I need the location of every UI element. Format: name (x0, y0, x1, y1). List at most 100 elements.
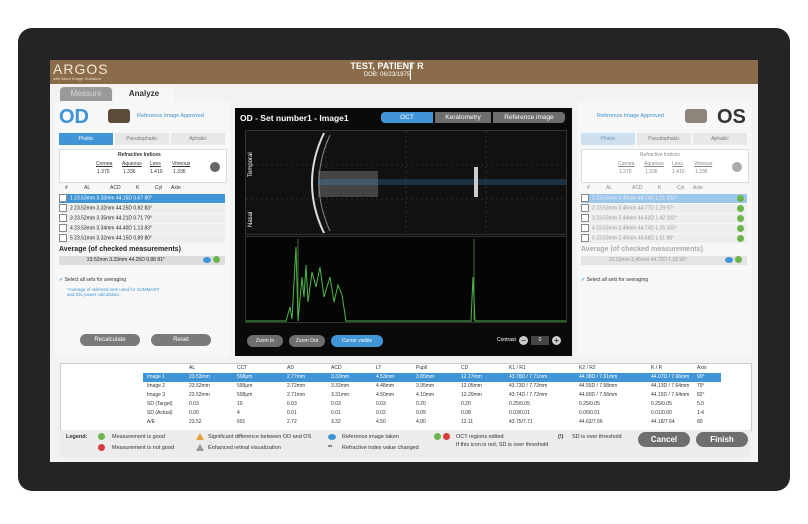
zoom-in-button[interactable]: Zoom In (247, 335, 283, 347)
reset-button[interactable]: Reset (151, 334, 211, 346)
summary-cell: 0.05/0.01 (579, 410, 600, 416)
recalculate-button[interactable]: Recalculate (80, 334, 140, 346)
od-row-checkbox[interactable] (59, 224, 67, 232)
os-eye-icon (685, 109, 707, 123)
os-tab-aphakic[interactable]: Aphakic (693, 133, 747, 145)
od-row-axle: 83° (144, 205, 153, 212)
od-refr-v1[interactable]: 1.336 (123, 169, 136, 175)
od-lens-tabs: Phakic Pseudophakic Aphakic (59, 133, 225, 145)
od-refr-v0[interactable]: 1.375 (97, 169, 110, 175)
od-row-1[interactable]: 1 23.53mm 3.33mm 44.15D 0.67 90° (59, 194, 225, 203)
os-row-2[interactable]: 2 23.53mm 3.45mm 44.77D 1.29 97° (581, 204, 747, 213)
os-row-5[interactable]: 5 23.53mm 3.45mm 44.68D 1.51 98° (581, 234, 747, 243)
a-scan-graph[interactable] (245, 236, 567, 323)
summary-cell: 44.13D / 7.64mm (651, 383, 690, 389)
finish-button[interactable]: Finish (696, 432, 748, 447)
cursor-visible-button[interactable]: Cursor visible (331, 335, 383, 347)
os-avg-cyl: 1.33 (668, 257, 678, 263)
os-refr-v1[interactable]: 1.336 (645, 169, 658, 175)
os-row-acd: 3.45mm (618, 195, 637, 202)
contrast-value: 0 (531, 336, 549, 345)
od-row-cyl: 1.13 (133, 225, 144, 232)
summary-cell: 0.09 (416, 410, 426, 416)
os-row-3[interactable]: 3 23.53mm 3.44mm 44.62D 1.42 102° (581, 214, 747, 223)
od-row-al: 23.52mm (74, 215, 96, 222)
od-row-checkbox[interactable] (59, 194, 67, 202)
od-refr-title: Refractive Indices (118, 152, 161, 158)
os-row-cyl: 1.25 (655, 225, 666, 232)
summary-cell: 80 (697, 419, 703, 425)
summary-cell: 44.55D / 7.58mm (579, 383, 618, 389)
od-row-k: 44.25D (115, 205, 132, 212)
od-col-al: AL (84, 185, 91, 191)
summary-cell: 44.60D / 7.56mm (579, 392, 618, 398)
od-select-all[interactable]: ✓ Select all sets for averaging (59, 277, 126, 283)
tab-measure[interactable]: Measure (60, 87, 112, 101)
os-row-checkbox[interactable] (581, 224, 589, 232)
oct-scan-image[interactable]: Temporal Nasal (245, 130, 576, 235)
od-row-4[interactable]: 4 23.53mm 3.34mm 44.40D 1.13 83° (59, 224, 225, 233)
contrast-plus-button[interactable]: + (552, 336, 561, 345)
od-avg-row: 23.52mm 3.33mm 44.25D 0.88 81° (59, 256, 225, 265)
os-refr-v0[interactable]: 1.375 (619, 169, 632, 175)
os-select-all[interactable]: ✓ Select all sets for averaging (581, 277, 648, 283)
summary-cell: 0.03 (376, 401, 386, 407)
os-row-checkbox[interactable] (581, 234, 589, 242)
summary-cell: 598μm (237, 374, 253, 380)
od-tab-aphakic[interactable]: Aphakic (171, 133, 225, 145)
summary-cell: 3.32 (331, 419, 341, 425)
contrast-minus-button[interactable]: − (519, 336, 528, 345)
od-row-3[interactable]: 3 23.52mm 3.35mm 44.21D 0.71 79° (59, 214, 225, 223)
od-refr-v3[interactable]: 1.336 (173, 169, 186, 175)
zoom-out-button[interactable]: Zoom Out (289, 335, 325, 347)
tab-keratometry[interactable]: Keratometry (435, 112, 491, 123)
tab-analyze[interactable]: Analyze (114, 87, 174, 101)
tab-reference-image[interactable]: Reference image (493, 112, 565, 123)
od-tab-phakic[interactable]: Phakic (59, 133, 113, 145)
od-avg-k: 44.25D (128, 257, 145, 263)
os-row-checkbox[interactable] (581, 214, 589, 222)
os-tab-pseudophakic[interactable]: Pseudophakic (637, 133, 691, 145)
summary-row-label: A/E (147, 419, 156, 425)
os-row-axle: 102° (666, 215, 677, 222)
os-col-axle: Axle (693, 185, 703, 191)
od-row-checkbox[interactable] (59, 204, 67, 212)
os-row-k: 44.77D (637, 205, 654, 212)
os-row-4[interactable]: 4 23.53mm 3.49mm 44.74D 1.25 100° (581, 224, 747, 233)
od-select-all-label: Select all sets for averaging (64, 277, 127, 283)
od-row-axle: 79° (144, 215, 153, 222)
eye-icon[interactable] (725, 257, 733, 263)
os-row-al: 23.53mm (596, 195, 618, 202)
sd-threshold-icon: (!) (558, 434, 564, 440)
gear-icon[interactable] (210, 162, 220, 172)
eye-icon[interactable] (203, 257, 211, 263)
os-row-k: 44.62D (637, 215, 654, 222)
summary-cell: 0.25/0.05 (579, 401, 600, 407)
od-row-num: 3 (70, 215, 73, 222)
od-row-checkbox[interactable] (59, 234, 67, 242)
tab-oct[interactable]: OCT (381, 112, 433, 123)
od-refr-v2[interactable]: 1.410 (150, 169, 163, 175)
summary-row-label: SD (Target) (147, 401, 173, 407)
os-row-checkbox[interactable] (581, 204, 589, 212)
os-refr-v2[interactable]: 1.410 (672, 169, 685, 175)
summary-cell: 0.03 (287, 401, 297, 407)
os-row-acd: 3.45mm (618, 235, 637, 242)
gear-icon[interactable] (732, 162, 742, 172)
os-refr-v3[interactable]: 1.336 (695, 169, 708, 175)
col-lt: LT (376, 365, 382, 371)
od-tab-pseudophakic[interactable]: Pseudophakic (115, 133, 169, 145)
od-panel: OD Reference Image Approved Phakic Pseud… (55, 101, 230, 356)
od-refr-h1: Aqueous (122, 161, 142, 167)
col-axis: Axis (697, 365, 707, 371)
os-row-1[interactable]: 1 23.53mm 3.45mm 44.74D 1.21 103° (581, 194, 747, 203)
os-row-checkbox[interactable] (581, 194, 589, 202)
od-row-checkbox[interactable] (59, 214, 67, 222)
os-tab-phakic[interactable]: Phakic (581, 133, 635, 145)
od-row-5[interactable]: 5 23.51mm 3.32mm 44.15D 0.89 80° (59, 234, 225, 243)
cancel-button[interactable]: Cancel (638, 432, 690, 447)
summary-cell: 2.72 (287, 419, 297, 425)
summary-cell: 12.20mm (461, 392, 482, 398)
od-row-2[interactable]: 2 23.52mm 3.32mm 44.25D 0.82 83° (59, 204, 225, 213)
legend-refr-changed: Refractive index value changed (342, 445, 419, 451)
